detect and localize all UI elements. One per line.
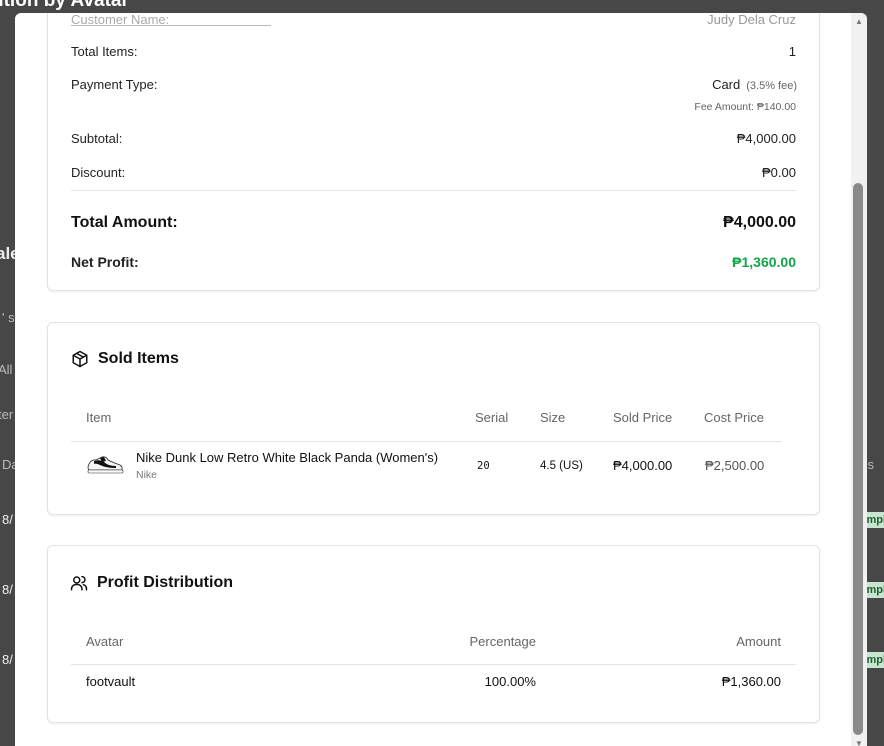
- discount-label: Discount:: [71, 165, 126, 180]
- sold-items-card: Sold Items Item Serial Size Sold Price C…: [47, 322, 820, 515]
- scrollbar-thumb[interactable]: [853, 183, 863, 735]
- bg-page-title: ution by Avatar: [0, 0, 129, 11]
- total-amount-value: ₱4,000.00: [723, 214, 796, 231]
- col-cost-price: Cost Price: [704, 410, 764, 425]
- sale-details-modal: Customer Name: Judy Dela Cruz Total Item…: [15, 13, 867, 746]
- payment-fee-note: (3.5% fee): [746, 80, 797, 92]
- col-percentage: Percentage: [469, 634, 537, 649]
- package-icon: [72, 350, 88, 368]
- modal-scroll-area[interactable]: Customer Name: Judy Dela Cruz Total Item…: [15, 13, 851, 746]
- total-amount-label: Total Amount:: [71, 214, 178, 231]
- avatar-percentage: 100.00%: [484, 674, 536, 689]
- summary-divider: [71, 190, 796, 191]
- subtotal-value: ₱4,000.00: [736, 131, 796, 146]
- col-avatar: Avatar: [86, 634, 124, 649]
- scroll-up-arrow-icon[interactable]: ▲: [854, 17, 864, 27]
- avatar-name: footvault: [86, 674, 136, 689]
- total-items-label: Total Items:: [71, 44, 138, 59]
- avatar-amount: ₱1,360.00: [721, 674, 781, 689]
- item-cost-price: ₱2,500.00: [705, 458, 765, 473]
- item-sold-price: ₱4,000.00: [613, 458, 673, 473]
- col-serial: Serial: [475, 410, 509, 425]
- col-sold-price: Sold Price: [613, 410, 673, 425]
- profit-distribution-card: Profit Distribution Avatar Percentage Am…: [47, 545, 820, 723]
- col-size: Size: [540, 410, 566, 425]
- bg-row-date: 8/: [2, 652, 13, 667]
- col-item: Item: [86, 410, 112, 425]
- bg-filter-fragment: All: [0, 362, 13, 377]
- sneaker-thumbnail: [87, 456, 124, 474]
- bg-filter2-fragment: ter: [0, 407, 14, 422]
- customer-value: Judy Dela Cruz: [707, 13, 796, 27]
- item-serial: 20: [477, 460, 490, 472]
- subtotal-label: Subtotal:: [71, 131, 123, 146]
- discount-value: ₱0.00: [762, 165, 796, 180]
- customer-label: Customer Name:: [71, 13, 271, 27]
- col-amount: Amount: [736, 634, 781, 649]
- modal-scrollbar[interactable]: ▲ ▼: [851, 13, 867, 746]
- profit-distribution-title: Profit Distribution: [97, 574, 233, 591]
- item-brand: Nike: [136, 469, 158, 481]
- scroll-down-arrow-icon[interactable]: ▼: [854, 739, 864, 746]
- sold-items-title: Sold Items: [98, 350, 179, 367]
- users-icon: [70, 575, 88, 591]
- net-profit-label: Net Profit:: [71, 254, 139, 270]
- payment-method: Card: [712, 77, 741, 92]
- total-items-value: 1: [788, 44, 796, 59]
- table-header-divider: [71, 441, 782, 442]
- fee-amount: Fee Amount: ₱140.00: [694, 101, 796, 113]
- payment-type-label: Payment Type:: [71, 77, 158, 92]
- item-size: 4.5 (US): [540, 460, 583, 472]
- bg-row-date: 8/: [2, 512, 13, 527]
- bg-row-date: 8/: [2, 582, 13, 597]
- payment-type-value: Card (3.5% fee): [712, 77, 797, 92]
- sold-items-heading: Sold Items: [71, 350, 179, 368]
- item-name: Nike Dunk Low Retro White Black Panda (W…: [136, 450, 439, 465]
- net-profit-value: ₱1,360.00: [732, 254, 796, 270]
- profit-distribution-heading: Profit Distribution: [70, 574, 233, 592]
- sale-summary-card: Customer Name: Judy Dela Cruz Total Item…: [47, 13, 820, 291]
- table-header-divider: [71, 664, 796, 665]
